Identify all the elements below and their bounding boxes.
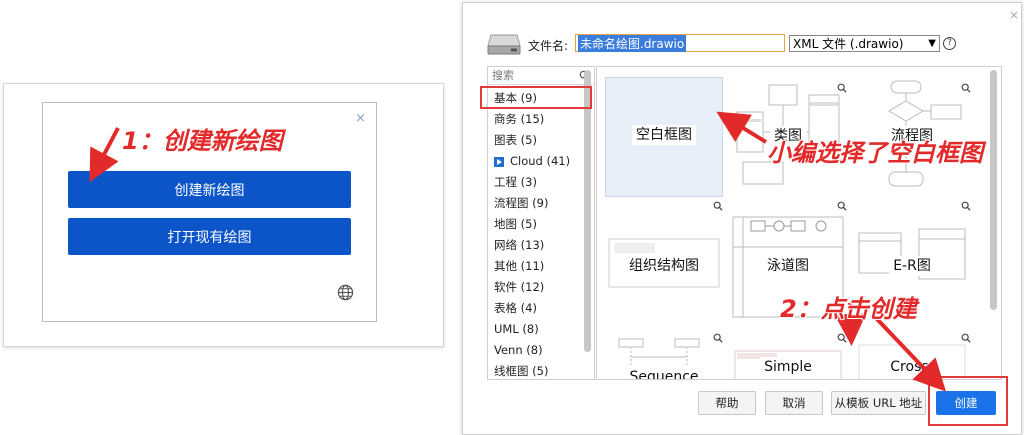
category-label: 其他 (11) — [494, 259, 545, 273]
filetype-select[interactable]: XML 文件 (.drawio) ▼ — [789, 35, 940, 52]
category-item[interactable]: 表格 (4) — [488, 298, 588, 319]
globe-icon[interactable] — [337, 284, 354, 301]
template-label: 组织结构图 — [625, 256, 703, 276]
category-label: UML (8) — [494, 322, 539, 336]
drive-icon — [487, 34, 521, 55]
create-button[interactable]: 创建 — [936, 391, 996, 415]
category-item[interactable]: 其他 (11) — [488, 256, 588, 277]
category-label: Venn (8) — [494, 343, 543, 357]
filename-value: 未命名绘图.drawio — [578, 34, 687, 52]
zoom-icon[interactable] — [961, 333, 971, 343]
zoom-icon[interactable] — [837, 333, 847, 343]
category-item[interactable]: 软件 (12) — [488, 277, 588, 298]
category-item[interactable]: 地图 (5) — [488, 214, 588, 235]
filename-label: 文件名: — [528, 39, 569, 53]
template-label: Simple — [760, 357, 816, 377]
category-label: 表格 (4) — [494, 301, 537, 315]
zoom-icon[interactable] — [961, 201, 971, 211]
screenshot-stage: × 创建新绘图 打开现有绘图 × 文件名: 未命名绘图.drawio XML 文… — [0, 0, 1024, 435]
template-label: Cross- — [886, 357, 938, 377]
category-label: 流程图 (9) — [494, 196, 549, 210]
annotation-blank-selected: 小编选择了空白框图 — [767, 139, 983, 167]
template-label: 泳道图 — [763, 256, 813, 276]
template-scrollbar[interactable] — [990, 70, 997, 310]
filename-input[interactable]: 未命名绘图.drawio — [575, 34, 785, 52]
cloud-icon — [494, 156, 504, 167]
selected-category-highlight — [480, 86, 592, 109]
template-simple[interactable]: Simple — [729, 333, 847, 379]
zoom-icon[interactable] — [961, 83, 971, 93]
cancel-button[interactable]: 取消 — [765, 391, 823, 415]
chevron-down-icon: ▼ — [928, 38, 936, 49]
zoom-icon[interactable] — [713, 333, 723, 343]
category-item[interactable]: 商务 (15) — [488, 109, 588, 130]
zoom-icon[interactable] — [837, 201, 847, 211]
category-item[interactable]: Cloud (41) — [488, 151, 588, 172]
template-cross-functional[interactable]: Cross- — [853, 333, 971, 379]
template-label: Sequence — [625, 367, 703, 379]
category-label: 线框图 (5) — [494, 364, 549, 378]
category-item[interactable]: UML (8) — [488, 319, 588, 340]
filetype-value: XML 文件 (.drawio) — [793, 37, 904, 51]
template-blank[interactable]: 空白框图 — [605, 77, 723, 197]
zoom-icon[interactable] — [837, 83, 847, 93]
create-new-diagram-button[interactable]: 创建新绘图 — [68, 171, 351, 208]
template-org-chart[interactable]: 组织结构图 — [605, 201, 723, 327]
template-sequence[interactable]: Sequence — [605, 333, 723, 379]
category-label: 地图 (5) — [494, 217, 537, 231]
category-item[interactable]: 网络 (13) — [488, 235, 588, 256]
template-label: 空白框图 — [632, 125, 696, 145]
category-label: 软件 (12) — [494, 280, 545, 294]
from-template-url-button[interactable]: 从模板 URL 地址 — [831, 391, 926, 415]
category-item[interactable]: Venn (8) — [488, 340, 588, 361]
category-list: 基本 (9) 商务 (15) 图表 (5) Cloud (41) 工程 (3) 流程图 (… — [488, 88, 588, 379]
category-label: 图表 (5) — [494, 133, 537, 147]
help-button[interactable]: 帮助 — [698, 391, 756, 415]
template-label: E-R图 — [889, 256, 935, 276]
category-label: 商务 (15) — [494, 112, 545, 126]
zoom-icon[interactable] — [713, 201, 723, 211]
category-label: 网络 (13) — [494, 238, 545, 252]
category-label: Cloud (41) — [510, 154, 571, 168]
template-grid: 空白框图 类图 流程图 组织结构图 泳道图 E-R图 Sequence Simp… — [596, 66, 1002, 380]
open-existing-diagram-button[interactable]: 打开现有绘图 — [68, 218, 351, 255]
dialog-close-icon[interactable]: × — [1009, 8, 1019, 22]
category-item[interactable]: 工程 (3) — [488, 172, 588, 193]
category-item[interactable]: 图表 (5) — [488, 130, 588, 151]
category-item[interactable]: 线框图 (5) — [488, 361, 588, 379]
annotation-step2: 2：点击创建 — [780, 295, 917, 323]
help-icon[interactable]: ? — [943, 37, 956, 50]
sidebar-scrollbar[interactable] — [584, 70, 591, 352]
annotation-step1: 1：创建新绘图 — [122, 127, 283, 155]
category-label: 工程 (3) — [494, 175, 537, 189]
close-icon[interactable]: × — [355, 111, 366, 126]
category-item[interactable]: 流程图 (9) — [488, 193, 588, 214]
category-sidebar: 搜索 基本 (9) 商务 (15) 图表 (5) Cloud (41) 工程 (3) 流程… — [487, 66, 595, 380]
